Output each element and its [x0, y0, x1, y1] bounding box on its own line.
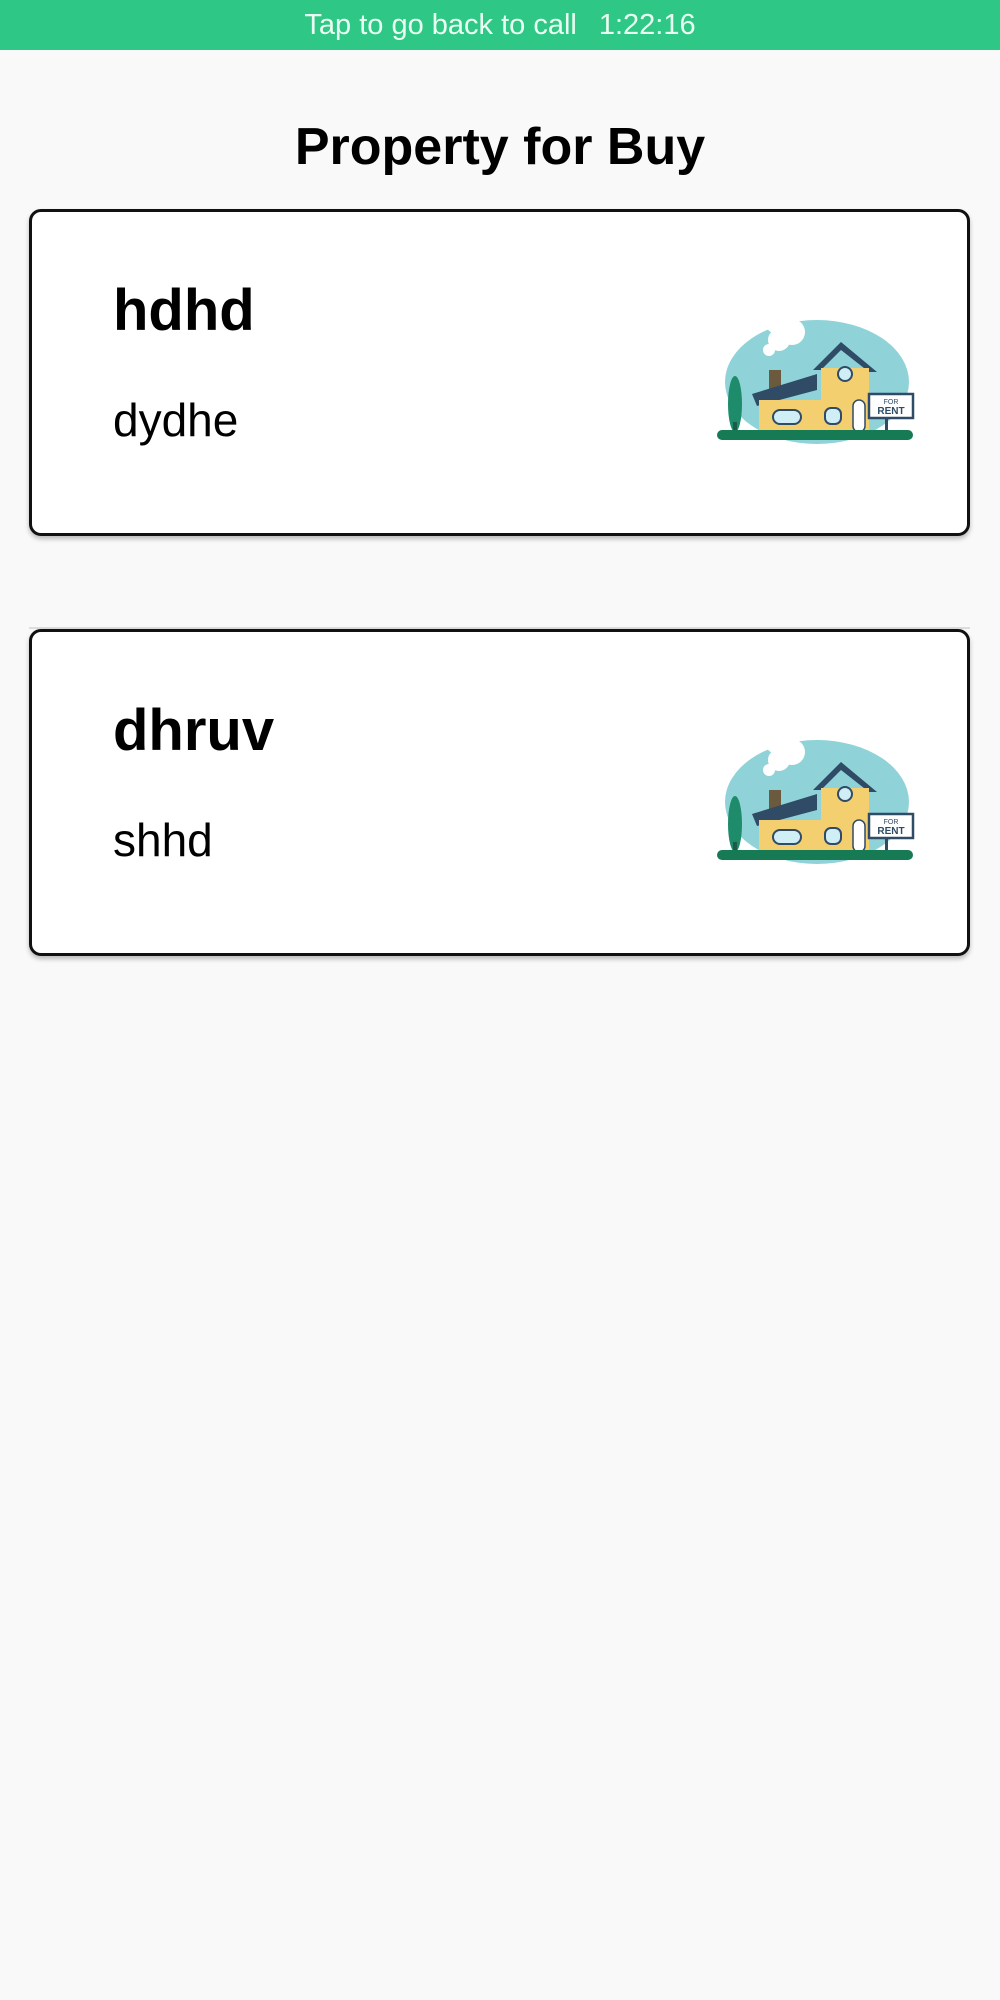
property-card[interactable]: hdhd dydhe FOR RENT	[29, 209, 970, 536]
house-for-rent-icon: FOR RENT	[717, 735, 915, 864]
page-title: Property for Buy	[294, 118, 706, 176]
property-title: dhruv	[113, 698, 275, 763]
sign-for-text: FOR	[884, 819, 899, 826]
call-duration: 1:22:16	[598, 8, 696, 41]
house-for-rent-icon: FOR RENT	[717, 315, 915, 444]
property-description: shhd	[113, 814, 213, 866]
return-to-call-label: Tap to go back to call	[304, 8, 577, 41]
sign-rent-text: RENT	[877, 826, 904, 837]
property-title: hdhd	[113, 278, 255, 343]
return-to-call-banner[interactable]: Tap to go back to call 1:22:16	[0, 0, 1000, 50]
property-description: dydhe	[113, 394, 239, 446]
sign-for-text: FOR	[884, 399, 899, 406]
property-card[interactable]: dhruv shhd FOR RENT	[29, 629, 970, 956]
sign-rent-text: RENT	[877, 406, 904, 417]
